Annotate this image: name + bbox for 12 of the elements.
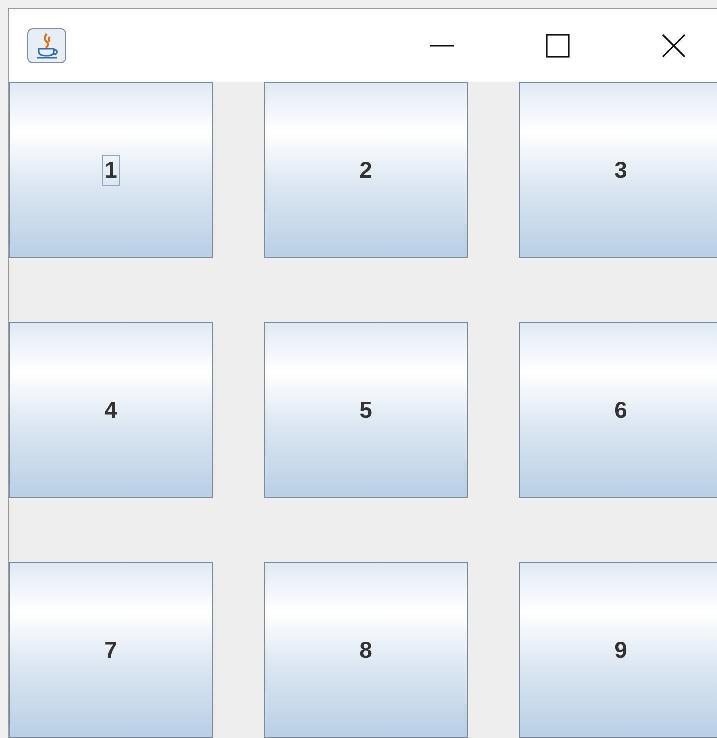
- grid-button[interactable]: 5: [264, 322, 468, 498]
- grid-button[interactable]: 4: [9, 322, 213, 498]
- grid-button[interactable]: 2: [264, 82, 468, 258]
- grid-button[interactable]: 6: [519, 322, 717, 498]
- grid-button[interactable]: 8: [264, 562, 468, 738]
- grid-button[interactable]: 1: [9, 82, 213, 258]
- grid-button[interactable]: 7: [9, 562, 213, 738]
- maximize-icon[interactable]: [545, 32, 571, 58]
- grid-button[interactable]: 9: [519, 562, 717, 738]
- coffee-cup-icon: [27, 28, 67, 64]
- grid-button[interactable]: 3: [519, 82, 717, 258]
- close-icon[interactable]: [661, 32, 687, 58]
